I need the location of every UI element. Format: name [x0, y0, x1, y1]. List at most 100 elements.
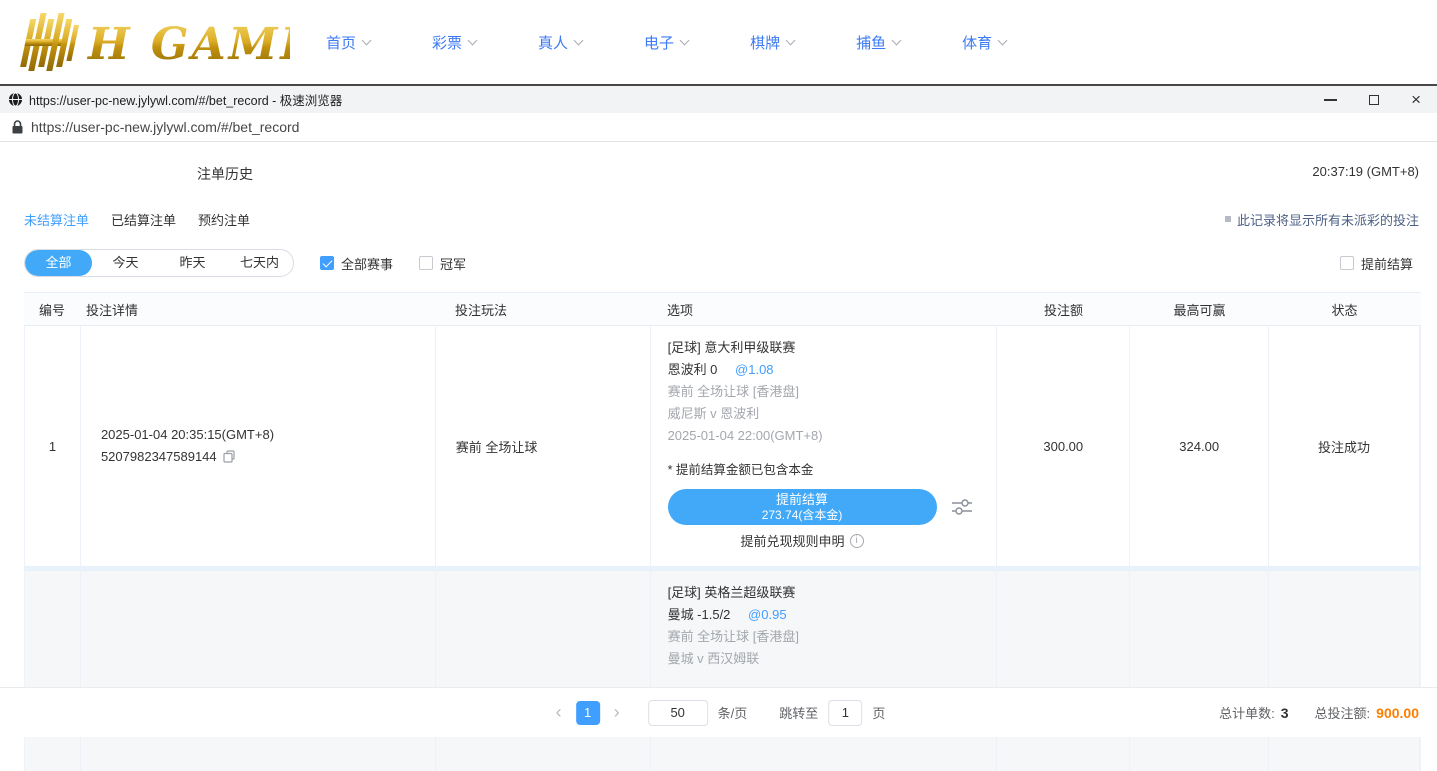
total-count-label: 总计单数: — [1219, 703, 1275, 722]
next-page-button[interactable]: › — [610, 702, 624, 723]
nav-item-fishing[interactable]: 捕鱼 — [856, 32, 900, 53]
row-no — [25, 571, 81, 771]
info-icon[interactable]: i — [850, 534, 864, 548]
logo-graphic: H GAME — [10, 11, 290, 73]
range-yesterday[interactable]: 昨天 — [159, 250, 226, 276]
page-clock: 20:37:19 (GMT+8) — [1312, 164, 1419, 179]
totals: 总计单数: 3 总投注额: 900.00 — [1219, 703, 1419, 722]
nav-label: 首页 — [326, 32, 356, 53]
page-number-button[interactable]: 1 — [576, 701, 600, 725]
cashout-slider-icon[interactable] — [950, 498, 974, 516]
page-title: 注单历史 — [197, 164, 253, 184]
range-today[interactable]: 今天 — [92, 250, 159, 276]
chevron-down-icon — [786, 36, 796, 46]
chevron-down-icon — [680, 36, 690, 46]
all-events-label: 全部赛事 — [341, 254, 393, 273]
page-unit-label: 页 — [872, 703, 885, 722]
row-details — [81, 571, 436, 771]
row-no: 1 — [25, 326, 81, 566]
row-option: [足球] 英格兰超级联赛 曼城 -1.5/2 @0.95 赛前 全场让球 [香港… — [651, 571, 998, 771]
page-footer: ‹ 1 › 条/页 跳转至 页 总计单数: 3 总投注额: 900.00 — [0, 687, 1437, 737]
per-page-label: 条/页 — [718, 703, 748, 722]
cashout-button-amount: 273.74(含本金) — [762, 508, 843, 522]
row-option: [足球] 意大利甲级联赛 恩波利 0 @1.08 赛前 全场让球 [香港盘] 威… — [651, 326, 998, 566]
copy-icon[interactable] — [223, 450, 236, 463]
row-play: 赛前 全场让球 — [436, 326, 651, 566]
prev-page-button[interactable]: ‹ — [552, 702, 566, 723]
champion-checkbox-group[interactable]: 冠军 — [419, 254, 466, 273]
page-size-input[interactable] — [648, 700, 708, 726]
all-events-checkbox[interactable] — [320, 256, 334, 270]
champion-label: 冠军 — [440, 254, 466, 273]
screen: H GAME 首页 彩票 真人 电子 棋牌 捕鱼 体育 https://user… — [0, 0, 1437, 737]
range-7days[interactable]: 七天内 — [226, 250, 293, 276]
globe-icon — [8, 92, 23, 107]
nav-item-sports[interactable]: 体育 — [962, 32, 1006, 53]
page-titlebar: 注单历史 20:37:19 (GMT+8) — [0, 142, 1437, 198]
cashout-rule-link[interactable]: 提前兑现规则申明 — [741, 531, 845, 550]
cashout-button[interactable]: 提前结算 273.74(含本金) — [668, 489, 937, 525]
jump-to-label: 跳转至 — [779, 703, 818, 722]
row-details: 2025-01-04 20:35:15(GMT+8) 5207982347589… — [81, 326, 436, 566]
tab-unsettled[interactable]: 未结算注单 — [24, 210, 89, 229]
table-header: 编号 投注详情 投注玩法 选项 投注额 最高可赢 状态 — [24, 292, 1421, 326]
total-stake-value: 900.00 — [1376, 705, 1419, 721]
early-settlement-checkbox[interactable] — [1340, 256, 1354, 270]
nav-label: 体育 — [962, 32, 992, 53]
maximize-button[interactable] — [1369, 95, 1379, 105]
early-settlement-checkbox-group[interactable]: 提前结算 — [1340, 254, 1413, 273]
nav-item-home[interactable]: 首页 — [326, 32, 370, 53]
nav-item-lottery[interactable]: 彩票 — [432, 32, 476, 53]
option-odds: @0.95 — [748, 607, 787, 622]
browser-tab-bar: https://user-pc-new.jylywl.com/#/bet_rec… — [0, 86, 1437, 113]
chevron-down-icon — [998, 36, 1008, 46]
record-tabs: 未结算注单 已结算注单 预约注单 此记录将显示所有未派彩的投注 — [0, 198, 1437, 240]
pagination: ‹ 1 › 条/页 跳转至 页 — [552, 700, 886, 726]
col-details: 投注详情 — [80, 300, 435, 319]
col-stake: 投注额 — [997, 300, 1130, 319]
minimize-button[interactable] — [1324, 99, 1337, 101]
nav-label: 捕鱼 — [856, 32, 886, 53]
range-all[interactable]: 全部 — [25, 250, 92, 276]
all-events-checkbox-group[interactable]: 全部赛事 — [320, 254, 393, 273]
record-note-text: 此记录将显示所有未派彩的投注 — [1237, 210, 1419, 229]
lock-icon — [12, 120, 23, 134]
nav-item-cards[interactable]: 棋牌 — [750, 32, 794, 53]
total-stake-label: 总投注额: — [1315, 703, 1371, 722]
option-match: 威尼斯 v 恩波利 — [668, 403, 997, 425]
col-maxwin: 最高可赢 — [1130, 300, 1269, 319]
jump-page-input[interactable] — [828, 700, 862, 726]
close-button[interactable]: × — [1411, 93, 1421, 107]
table-row: [足球] 英格兰超级联赛 曼城 -1.5/2 @0.95 赛前 全场让球 [香港… — [24, 571, 1421, 771]
address-url[interactable]: https://user-pc-new.jylywl.com/#/bet_rec… — [31, 119, 299, 135]
logo-text: H GAME — [86, 19, 290, 70]
option-selection: 恩波利 0 — [668, 362, 718, 377]
nav-item-live[interactable]: 真人 — [538, 32, 582, 53]
site-logo[interactable]: H GAME — [10, 11, 290, 73]
chevron-down-icon — [468, 36, 478, 46]
total-stake: 总投注额: 900.00 — [1315, 703, 1419, 722]
nav-label: 真人 — [538, 32, 568, 53]
nav-label: 棋牌 — [750, 32, 780, 53]
window-controls: × — [1324, 93, 1437, 107]
nav-label: 电子 — [644, 32, 674, 53]
champion-checkbox[interactable] — [419, 256, 433, 270]
col-no: 编号 — [24, 300, 80, 319]
nav-item-slots[interactable]: 电子 — [644, 32, 688, 53]
option-odds: @1.08 — [735, 362, 774, 377]
bet-id: 5207982347589144 — [101, 449, 217, 464]
table-row: 1 2025-01-04 20:35:15(GMT+8) 52079823475… — [24, 326, 1421, 566]
tab-settled[interactable]: 已结算注单 — [111, 210, 176, 229]
cashout-button-title: 提前结算 — [776, 492, 828, 508]
chevron-down-icon — [574, 36, 584, 46]
nav-label: 彩票 — [432, 32, 462, 53]
chevron-down-icon — [892, 36, 902, 46]
browser-tab-title[interactable]: https://user-pc-new.jylywl.com/#/bet_rec… — [29, 90, 342, 109]
option-league: [足球] 英格兰超级联赛 — [668, 582, 997, 604]
tab-reserved[interactable]: 预约注单 — [198, 210, 250, 229]
option-match-time: 2025-01-04 22:00(GMT+8) — [668, 425, 997, 447]
address-bar: https://user-pc-new.jylywl.com/#/bet_rec… — [0, 113, 1437, 142]
record-note: 此记录将显示所有未派彩的投注 — [1225, 210, 1419, 229]
total-count: 总计单数: 3 — [1219, 703, 1288, 722]
row-status: 投注成功 — [1269, 326, 1420, 566]
